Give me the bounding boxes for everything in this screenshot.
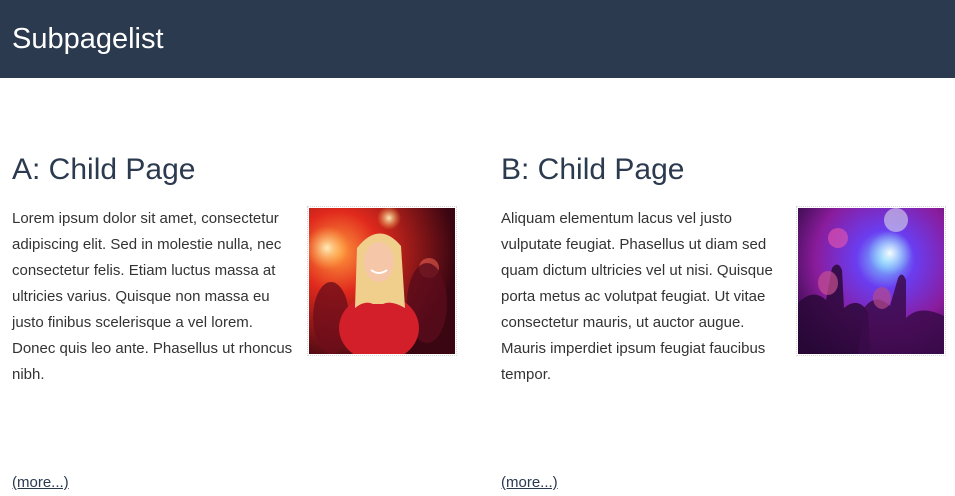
party-woman-photo[interactable] [307,206,457,356]
child-page-body: Lorem ipsum dolor sit amet, consectetur … [12,206,457,491]
page-title: Subpagelist [12,23,164,55]
read-more-link[interactable]: (more...) [501,470,558,496]
site-header: Subpagelist [0,0,955,78]
child-page-card-b: B: Child Page Aliquam elementum lacus ve… [501,150,946,491]
child-page-card-a: A: Child Page Lorem ipsum dolor sit amet… [12,150,457,491]
child-page-title[interactable]: A: Child Page [12,150,457,190]
child-page-excerpt: Lorem ipsum dolor sit amet, consectetur … [12,210,293,383]
child-page-body: Aliquam elementum lacus vel justo vulput… [501,206,946,491]
child-page-title[interactable]: B: Child Page [501,150,946,190]
child-page-excerpt: Aliquam elementum lacus vel justo vulput… [501,210,773,383]
read-more-link[interactable]: (more...) [12,470,69,496]
dance-crowd-photo[interactable] [796,206,946,356]
